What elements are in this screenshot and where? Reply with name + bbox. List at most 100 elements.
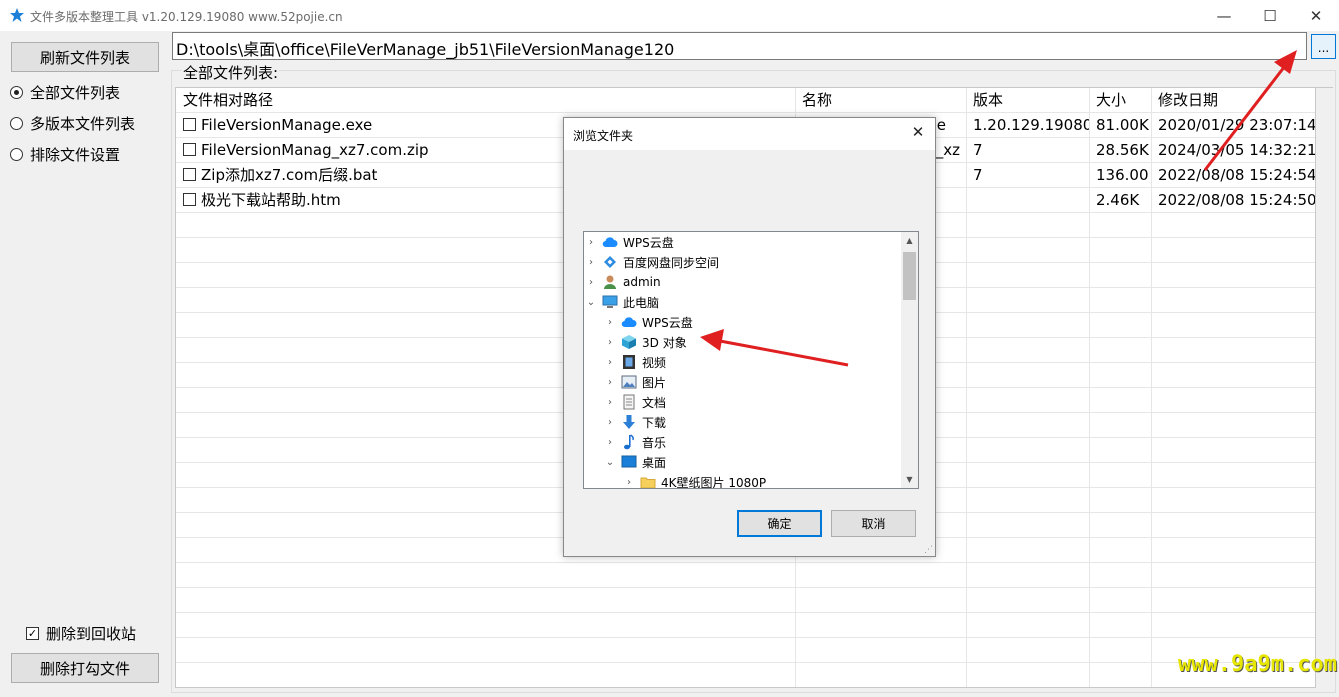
tree-item-desktop[interactable]: ⌄ 桌面 (603, 452, 666, 472)
folder-icon (640, 474, 656, 488)
chevron-right-icon[interactable]: › (603, 337, 617, 348)
cell-version: 7 (973, 141, 983, 159)
tree-item-3d-objects[interactable]: › 3D 对象 (603, 332, 687, 352)
scroll-thumb[interactable] (903, 252, 916, 300)
header-version[interactable]: 版本 (966, 88, 1089, 113)
maximize-button[interactable]: ☐ (1247, 0, 1293, 31)
tree-item-label: 图片 (642, 375, 667, 390)
dialog-close-button[interactable]: ✕ (906, 123, 930, 143)
radio-label: 多版本文件列表 (30, 114, 136, 133)
radio-multi-version-files[interactable]: 多版本文件列表 (10, 113, 135, 133)
ok-button[interactable]: 确定 (737, 510, 822, 537)
minimize-button[interactable]: — (1201, 0, 1247, 31)
video-icon (621, 354, 637, 370)
dialog-title: 浏览文件夹 (573, 129, 634, 143)
close-button[interactable]: ✕ (1293, 0, 1339, 31)
tree-item-wps-cloud-pc[interactable]: › WPS云盘 (603, 312, 693, 332)
computer-icon (602, 294, 618, 310)
radio-indicator (10, 147, 23, 161)
pictures-icon (621, 374, 637, 390)
tree-item-music[interactable]: › 音乐 (603, 432, 666, 452)
cell-path-text: Zip添加xz7.com后缀.bat (201, 166, 378, 184)
chevron-right-icon[interactable]: › (603, 317, 617, 328)
chevron-down-icon[interactable]: ⌄ (584, 297, 598, 308)
tree-item-4k-wallpapers[interactable]: › 4K壁纸图片 1080P (622, 472, 767, 489)
tree-item-label: 下载 (642, 415, 667, 430)
tree-item-label: 4K壁纸图片 1080P (661, 475, 767, 489)
site-watermark: www.9a9m.com (1178, 652, 1337, 677)
cell-path-text: FileVersionManag_xz7.com.zip (201, 141, 429, 159)
chevron-right-icon[interactable]: › (603, 357, 617, 368)
refresh-file-list-button[interactable]: 刷新文件列表 (11, 42, 159, 72)
title-bar: 文件多版本整理工具 v1.20.129.19080 www.52pojie.cn… (0, 0, 1339, 31)
cell-size: 2.46K (1096, 191, 1140, 209)
recycle-bin-checkbox[interactable]: ✓ 删除到回收站 (26, 623, 136, 643)
scroll-up-arrow-icon[interactable]: ▲ (901, 232, 918, 249)
cell-date: 2022/08/08 15:24:54 (1158, 166, 1316, 184)
cell-path-text: 极光下载站帮助.htm (201, 191, 341, 209)
tree-item-label: admin (623, 275, 661, 289)
row-checkbox[interactable] (183, 143, 196, 156)
scroll-down-arrow-icon[interactable]: ▼ (901, 471, 918, 488)
resize-grip-icon[interactable]: ⋰ (924, 545, 933, 555)
tree-item-documents[interactable]: › 文档 (603, 392, 666, 412)
tree-item-downloads[interactable]: › 下载 (603, 412, 666, 432)
checkbox-indicator: ✓ (26, 626, 39, 640)
tree-item-label: 此电脑 (623, 295, 660, 310)
cancel-button[interactable]: 取消 (831, 510, 916, 537)
chevron-right-icon[interactable]: › (603, 397, 617, 408)
tree-item-pictures[interactable]: › 图片 (603, 372, 666, 392)
row-checkbox[interactable] (183, 193, 196, 206)
tree-item-admin[interactable]: › admin (584, 272, 661, 292)
cell-date: 2020/01/29 23:07:14 (1158, 116, 1316, 134)
header-date[interactable]: 修改日期 (1151, 88, 1315, 113)
tree-item-baidu-sync[interactable]: › 百度网盘同步空间 (584, 252, 719, 272)
folder-tree: › WPS云盘 › 百度网盘同步空间 › admin ⌄ 此电脑 › WPS云盘… (583, 231, 919, 489)
tree-item-label: 音乐 (642, 435, 667, 450)
tree-item-label: 3D 对象 (642, 335, 687, 350)
documents-icon (621, 394, 637, 410)
chevron-right-icon[interactable]: › (603, 437, 617, 448)
download-icon (621, 414, 637, 430)
table-header: 文件相对路径 名称 版本 大小 修改日期 (176, 88, 1315, 113)
browse-folder-button[interactable]: ... (1311, 34, 1336, 59)
tree-item-this-pc[interactable]: ⌄ 此电脑 (584, 292, 659, 312)
chevron-right-icon[interactable]: › (603, 417, 617, 428)
radio-exclude-settings[interactable]: 排除文件设置 (10, 144, 120, 164)
tree-item-label: WPS云盘 (642, 315, 693, 330)
cloud-icon (602, 234, 618, 250)
folder-path-input[interactable]: D:\tools\桌面\office\FileVerManage_jb51\Fi… (172, 32, 1307, 60)
radio-indicator (10, 116, 23, 130)
app-star-icon (10, 8, 24, 22)
header-path[interactable]: 文件相对路径 (176, 88, 795, 113)
radio-label: 排除文件设置 (30, 145, 121, 164)
tree-scrollbar[interactable]: ▲ ▼ (901, 232, 918, 488)
row-checkbox[interactable] (183, 168, 196, 181)
radio-all-files[interactable]: 全部文件列表 (10, 82, 120, 102)
tree-item-videos[interactable]: › 视频 (603, 352, 666, 372)
header-size[interactable]: 大小 (1089, 88, 1151, 113)
chevron-right-icon[interactable]: › (584, 277, 598, 288)
chevron-right-icon[interactable]: › (584, 257, 598, 268)
empty-row (176, 563, 1315, 588)
tree-item-wps-cloud[interactable]: › WPS云盘 (584, 232, 674, 252)
user-icon (602, 274, 618, 290)
header-name[interactable]: 名称 (795, 88, 966, 113)
chevron-right-icon[interactable]: › (584, 237, 598, 248)
empty-row (176, 613, 1315, 638)
chevron-down-icon[interactable]: ⌄ (603, 457, 617, 468)
cloud-icon (621, 314, 637, 330)
3d-objects-icon (621, 334, 637, 350)
group-label: 全部文件列表: (182, 62, 280, 83)
chevron-right-icon[interactable]: › (622, 477, 636, 488)
empty-row (176, 588, 1315, 613)
tree-item-label: 桌面 (642, 455, 667, 470)
table-scrollbar[interactable] (1316, 87, 1333, 688)
delete-checked-files-button[interactable]: 删除打勾文件 (11, 653, 159, 683)
desktop-icon (621, 454, 637, 470)
dialog-body: › WPS云盘 › 百度网盘同步空间 › admin ⌄ 此电脑 › WPS云盘… (564, 150, 935, 556)
cell-version: 7 (973, 166, 983, 184)
music-icon (621, 434, 637, 450)
row-checkbox[interactable] (183, 118, 196, 131)
chevron-right-icon[interactable]: › (603, 377, 617, 388)
